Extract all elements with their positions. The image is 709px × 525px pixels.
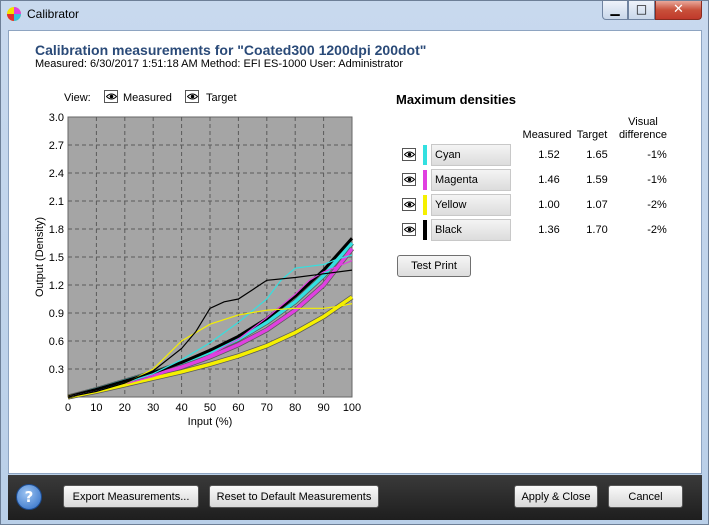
magenta-target: 1.59 bbox=[586, 174, 608, 186]
density-row-yellow: Yellow 1.00 1.07 -2% bbox=[399, 194, 699, 216]
cyan-swatch bbox=[423, 145, 427, 165]
eye-icon bbox=[404, 151, 415, 158]
y-axis-label: Output (Density) bbox=[34, 217, 46, 297]
max-densities-title: Maximum densities bbox=[396, 92, 516, 107]
black-measured: 1.36 bbox=[538, 224, 560, 236]
y-tick-label: 0.6 bbox=[49, 336, 64, 348]
measurement-info: Measured: 6/30/2017 1:51:18 AM Method: E… bbox=[35, 58, 404, 70]
yellow-difference: -2% bbox=[647, 199, 667, 211]
cyan-visibility-toggle[interactable] bbox=[402, 148, 416, 161]
x-tick-label: 0 bbox=[65, 402, 71, 414]
calibrator-app-icon bbox=[7, 7, 21, 21]
minimize-button[interactable]: ▁ bbox=[602, 1, 628, 20]
footer-bar: ? Export Measurements... Reset to Defaul… bbox=[8, 475, 702, 520]
magenta-measured: 1.46 bbox=[538, 174, 560, 186]
eye-icon bbox=[106, 93, 117, 100]
window-title: Calibrator bbox=[27, 7, 80, 21]
calibration-panel: Calibration measurements for "Coated300 … bbox=[8, 30, 702, 474]
yellow-channel-button[interactable]: Yellow bbox=[431, 194, 511, 216]
view-label: View: bbox=[64, 92, 91, 104]
density-row-black: Black 1.36 1.70 -2% bbox=[399, 219, 699, 241]
x-axis-label: Input (%) bbox=[188, 416, 233, 428]
close-icon: ✕ bbox=[673, 2, 684, 17]
y-tick-label: 1.5 bbox=[49, 252, 64, 264]
x-tick-label: 70 bbox=[261, 402, 273, 414]
reset-default-button[interactable]: Reset to Default Measurements bbox=[209, 485, 379, 508]
yellow-swatch bbox=[423, 195, 427, 215]
col-header-visual: Visual bbox=[628, 116, 658, 128]
magenta-channel-button[interactable]: Magenta bbox=[431, 169, 511, 191]
yellow-measured: 1.00 bbox=[538, 199, 560, 211]
cancel-button[interactable]: Cancel bbox=[608, 485, 683, 508]
density-row-magenta: Magenta 1.46 1.59 -1% bbox=[399, 169, 699, 191]
density-row-cyan: Cyan 1.52 1.65 -1% bbox=[399, 144, 699, 166]
col-header-difference: difference bbox=[618, 129, 668, 141]
eye-icon bbox=[404, 201, 415, 208]
maximize-icon: □ bbox=[635, 2, 648, 16]
test-print-button[interactable]: Test Print bbox=[397, 255, 471, 277]
x-tick-label: 60 bbox=[232, 402, 244, 414]
magenta-difference: -1% bbox=[647, 174, 667, 186]
close-button[interactable]: ✕ bbox=[655, 1, 702, 20]
eye-icon bbox=[404, 226, 415, 233]
minimize-icon: ▁ bbox=[610, 2, 620, 16]
y-tick-label: 0.3 bbox=[49, 364, 64, 376]
view-target-toggle[interactable] bbox=[185, 90, 199, 103]
x-tick-label: 90 bbox=[317, 402, 329, 414]
x-tick-label: 50 bbox=[204, 402, 216, 414]
black-swatch bbox=[423, 220, 427, 240]
x-tick-label: 20 bbox=[119, 402, 131, 414]
view-target-label: Target bbox=[206, 92, 237, 104]
view-measured-toggle[interactable] bbox=[104, 90, 118, 103]
black-difference: -2% bbox=[647, 224, 667, 236]
eye-icon bbox=[404, 176, 415, 183]
y-tick-label: 2.4 bbox=[49, 168, 64, 180]
black-channel-button[interactable]: Black bbox=[431, 219, 511, 241]
y-tick-label: 2.1 bbox=[49, 196, 64, 208]
yellow-visibility-toggle[interactable] bbox=[402, 198, 416, 211]
x-tick-label: 80 bbox=[289, 402, 301, 414]
calibration-curve-chart: 0 10 20 30 40 50 60 70 80 90 100 0.3 0.6 0.9 1.2 1.5 1.8… bbox=[34, 112, 361, 428]
export-measurements-button[interactable]: Export Measurements... bbox=[63, 485, 199, 508]
col-header-measured: Measured bbox=[522, 129, 572, 141]
apply-close-button[interactable]: Apply & Close bbox=[514, 485, 598, 508]
y-tick-label: 0.9 bbox=[49, 308, 64, 320]
black-target: 1.70 bbox=[586, 224, 608, 236]
col-header-target: Target bbox=[576, 129, 608, 141]
magenta-swatch bbox=[423, 170, 427, 190]
x-tick-label: 100 bbox=[343, 402, 361, 414]
x-tick-label: 10 bbox=[90, 402, 102, 414]
page-title: Calibration measurements for "Coated300 … bbox=[35, 42, 427, 58]
yellow-target: 1.07 bbox=[586, 199, 608, 211]
cyan-channel-button[interactable]: Cyan bbox=[431, 144, 511, 166]
view-measured-label: Measured bbox=[123, 92, 172, 104]
cyan-difference: -1% bbox=[647, 149, 667, 161]
calibrator-window: Calibrator ▁ □ ✕ Calibration measurement… bbox=[0, 0, 709, 525]
y-tick-label: 1.2 bbox=[49, 280, 64, 292]
x-tick-label: 40 bbox=[175, 402, 187, 414]
help-icon[interactable]: ? bbox=[16, 484, 42, 510]
y-tick-label: 2.7 bbox=[49, 140, 64, 152]
y-tick-label: 1.8 bbox=[49, 224, 64, 236]
eye-icon bbox=[187, 93, 198, 100]
cyan-measured: 1.52 bbox=[538, 149, 560, 161]
maximize-button[interactable]: □ bbox=[628, 1, 655, 20]
cyan-target: 1.65 bbox=[586, 149, 608, 161]
y-tick-label: 3.0 bbox=[49, 112, 64, 124]
magenta-visibility-toggle[interactable] bbox=[402, 173, 416, 186]
x-tick-label: 30 bbox=[147, 402, 159, 414]
title-bar[interactable]: Calibrator ▁ □ ✕ bbox=[1, 1, 708, 27]
black-visibility-toggle[interactable] bbox=[402, 223, 416, 236]
